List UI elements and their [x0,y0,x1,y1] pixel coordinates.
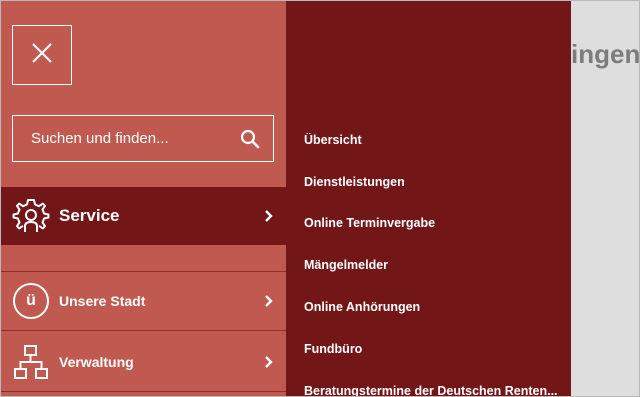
menu-item-service[interactable]: Service [1,187,286,245]
submenu-link-online-terminvergabe[interactable]: Online Terminvergabe [304,216,435,230]
list-item: Beratungstermine der Deutschen Renten... [304,370,566,396]
org-chart-icon [11,342,51,382]
main-menu-panel: Service ü Unsere Stadt [1,1,286,396]
list-item: Mängelmelder [304,244,566,286]
list-item: Fundbüro [304,328,566,370]
city-badge-icon: ü [11,281,51,321]
search-input[interactable] [31,130,239,147]
menu-item-label: Verwaltung [59,353,134,370]
submenu-link-online-anhoerungen[interactable]: Online Anhörungen [304,300,420,314]
submenu-link-dienstleistungen[interactable]: Dienstleistungen [304,175,405,189]
list-item: Dienstleistungen [304,161,566,203]
chevron-right-icon [262,210,274,222]
gear-person-icon [11,196,51,236]
list-item: Online Terminvergabe [304,203,566,245]
background-heading: ingen [571,39,640,69]
submenu-link-fundbuero[interactable]: Fundbüro [304,342,362,356]
chevron-right-icon [262,355,274,368]
menu-item-label: Unsere Stadt [59,293,146,309]
close-icon [31,42,53,69]
menu-item-unsere-stadt[interactable]: ü Unsere Stadt [1,271,286,331]
submenu-panel: Übersicht Dienstleistungen Online Termin… [286,1,571,396]
close-menu-button[interactable] [12,25,72,85]
submenu-link-beratungstermine[interactable]: Beratungstermine der Deutschen Renten... [304,384,558,396]
list-item: Übersicht [304,119,566,161]
browser-frame: ingen Suchen und finden... Service ü Uns… [0,0,640,397]
submenu-link-maengelmelder[interactable]: Mängelmelder [304,258,388,272]
submenu-list: Übersicht Dienstleistungen Online Termin… [304,119,566,396]
menu-item-verwaltung[interactable]: Verwaltung [1,332,286,392]
search-box [12,115,274,162]
search-icon[interactable] [239,128,261,150]
submenu-link-uebersicht[interactable]: Übersicht [304,133,362,147]
menu-item-label: Service [59,206,120,225]
list-item: Online Anhörungen [304,286,566,328]
chevron-right-icon [262,295,274,307]
